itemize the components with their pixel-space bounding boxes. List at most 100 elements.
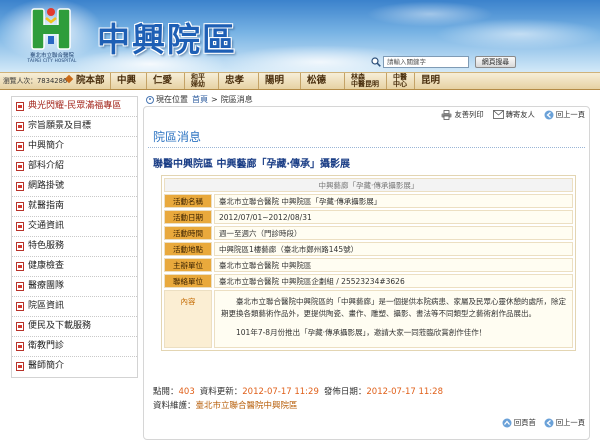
content-paragraph: 101年7-8月份推出「孕藏‧傳承攝影展」，邀請大家一同蒞臨欣賞創作佳作！ — [236, 328, 487, 337]
table-row: 活動地點 中興院區1樓藝廊（臺北市鄭州路145號） — [164, 242, 573, 256]
breadcrumb-label: 現在位置 — [156, 95, 188, 104]
row-value: 週一至週六（門診時段） — [214, 226, 573, 240]
content-panel: 友善列印 轉寄友人 回上一頁 院區消息 聯醫中興院區 中興藝廊「孕藏‧傳承」攝影… — [143, 106, 590, 440]
mail-icon — [492, 110, 504, 119]
sidebar-item-label: 醫療團隊 — [28, 281, 65, 291]
nav-item-label: 忠孝 — [225, 75, 245, 86]
content-paragraph: 臺北市立聯合醫院中興院區的「中興藝廊」是一個提供本院病患、家屬及民眾心靈休憩的處… — [221, 297, 566, 318]
nav-item-songde[interactable]: 松德 — [300, 73, 326, 89]
row-label: 活動日期 — [164, 210, 212, 224]
nav-item-label: 松德 — [307, 75, 327, 86]
search-bar: 網頁搜尋 — [371, 56, 521, 68]
sidebar-item[interactable]: 就醫指南 — [12, 197, 137, 217]
views-count: 403 — [178, 387, 195, 397]
document-icon — [16, 222, 24, 231]
nav-item-kunming[interactable]: 昆明 — [414, 73, 440, 89]
sidebar-item-label: 宗旨願景及目標 — [28, 121, 92, 131]
forward-button[interactable]: 轉寄友人 — [492, 109, 535, 120]
nav-item-label: 昆明 — [421, 75, 441, 86]
sidebar-item[interactable]: 健康檢查 — [12, 257, 137, 277]
heading-divider — [148, 147, 585, 148]
breadcrumb-home-link[interactable]: 首頁 — [192, 94, 208, 105]
row-label: 活動名稱 — [164, 194, 212, 208]
back-label: 回上一頁 — [555, 109, 585, 119]
nav-item-chinese-medicine[interactable]: 中醫 中心 — [386, 73, 407, 89]
row-label: 聯絡單位 — [164, 274, 212, 288]
nav-item-renai[interactable]: 仁愛 — [146, 73, 172, 89]
back-to-top-label: 回頁首 — [513, 418, 536, 427]
document-icon — [16, 202, 24, 211]
row-value: 中興院區1樓藝廊（臺北市鄭州路145號） — [214, 242, 573, 256]
sidebar-item[interactable]: 特色服務 — [12, 237, 137, 257]
nav-item-label: 中興 — [117, 75, 137, 86]
updated-date: 2012-07-17 11:29 — [242, 387, 319, 397]
table-row: 活動日期 2012/07/01~2012/08/31 — [164, 210, 573, 224]
bottom-back-label: 回上一頁 — [555, 418, 585, 427]
back-button[interactable]: 回上一頁 — [544, 109, 585, 120]
maintainer-label: 資料維護： — [153, 401, 196, 411]
sidebar-item[interactable]: 醫師簡介 — [12, 357, 137, 377]
document-icon — [16, 242, 24, 251]
document-icon — [16, 182, 24, 191]
sidebar-item-label: 網路掛號 — [28, 181, 65, 191]
table-caption-row: 中興藝廊「孕藏‧傳承攝影展」 — [164, 178, 573, 192]
sidebar-item-label: 便民及下載服務 — [28, 321, 92, 331]
nav-item-zhongxing[interactable]: 中興 — [110, 73, 136, 89]
document-icon — [16, 142, 24, 151]
sidebar-item-label: 典光閃耀-民眾滿福專區 — [28, 101, 122, 111]
table-row: 主辦單位 臺北市立聯合醫院 中興院區 — [164, 258, 573, 272]
search-button[interactable]: 網頁搜尋 — [475, 56, 516, 68]
row-label: 主辦單位 — [164, 258, 212, 272]
sidebar-item[interactable]: 典光閃耀-民眾滿福專區 — [12, 97, 137, 117]
hospital-logo[interactable] — [27, 3, 75, 51]
sidebar-item-label: 醫師簡介 — [28, 361, 65, 371]
sidebar-item[interactable]: 醫療團隊 — [12, 277, 137, 297]
back-arrow-icon — [544, 418, 554, 428]
row-value: 臺北市立聯合醫院 中興院區企劃組 / 25523234#3626 — [214, 274, 573, 288]
breadcrumb-current: 院區消息 — [220, 95, 253, 104]
nav-item-label-line2: 中醫昆明 — [351, 80, 379, 88]
sidebar-item[interactable]: 交通資訊 — [12, 217, 137, 237]
nav-item-zhongxiao[interactable]: 忠孝 — [218, 73, 244, 89]
article-title: 聯醫中興院區 中興藝廊「孕藏‧傳承」攝影展 — [153, 159, 350, 170]
bottom-back-button[interactable]: 回上一頁 — [544, 418, 585, 428]
search-icon — [371, 57, 381, 67]
sidebar-item[interactable]: 宗旨願景及目標 — [12, 117, 137, 137]
document-icon — [16, 262, 24, 271]
nav-item-headquarters[interactable]: 院本部 — [64, 73, 105, 89]
sidebar-item[interactable]: 網路掛號 — [12, 177, 137, 197]
sidebar-item-label: 中興簡介 — [28, 141, 65, 151]
search-input[interactable] — [383, 56, 469, 68]
sidebar-item[interactable]: 院區資訊 — [12, 297, 137, 317]
sidebar-item-label: 就醫指南 — [28, 201, 65, 211]
print-button[interactable]: 友善列印 — [441, 109, 484, 120]
sidebar-item[interactable]: 便民及下載服務 — [12, 317, 137, 337]
table-row: 活動時間 週一至週六（門診時段） — [164, 226, 573, 240]
visit-count-label: 瀏覽人次： — [3, 77, 37, 85]
logo-text-en: TAIPEI CITY HOSPITAL — [27, 58, 77, 63]
back-to-top-button[interactable]: 回頁首 — [502, 418, 536, 428]
sidebar-item[interactable]: 部科介紹 — [12, 157, 137, 177]
row-label: 活動時間 — [164, 226, 212, 240]
views-label: 點閱： — [153, 387, 179, 397]
nav-item-heping[interactable]: 和平 婦幼 — [184, 73, 205, 89]
maintainer-link[interactable]: 臺北市立聯合醫院中興院區 — [196, 401, 298, 411]
sidebar-item-label: 衛教門診 — [28, 341, 65, 351]
breadcrumb-separator: > — [211, 95, 218, 104]
table-row-content: 內容 臺北市立聯合醫院中興院區的「中興藝廊」是一個提供本院病患、家屬及民眾心靈休… — [164, 290, 573, 348]
print-label: 友善列印 — [454, 109, 484, 119]
document-icon — [16, 162, 24, 171]
bottom-links: 回頁首 回上一頁 — [502, 418, 585, 428]
page-tools: 友善列印 轉寄友人 回上一頁 — [441, 109, 585, 120]
nav-item-yangming[interactable]: 陽明 — [258, 73, 284, 89]
event-info-table: 中興藝廊「孕藏‧傳承攝影展」 活動名稱 臺北市立聯合醫院 中興院區「孕藏‧傳承攝… — [161, 175, 576, 351]
published-date: 2012-07-17 11:28 — [366, 387, 443, 397]
forward-label: 轉寄友人 — [505, 109, 535, 119]
nav-item-linsen[interactable]: 林森 中醫昆明 — [344, 73, 379, 89]
up-arrow-icon — [502, 418, 512, 428]
sidebar-item[interactable]: 衛教門診 — [12, 337, 137, 357]
sidebar-menu: 典光閃耀-民眾滿福專區 宗旨願景及目標 中興簡介 部科介紹 網路掛號 就醫指南 … — [11, 96, 138, 378]
back-arrow-icon — [544, 110, 554, 119]
sidebar-item[interactable]: 中興簡介 — [12, 137, 137, 157]
target-icon — [146, 95, 154, 104]
